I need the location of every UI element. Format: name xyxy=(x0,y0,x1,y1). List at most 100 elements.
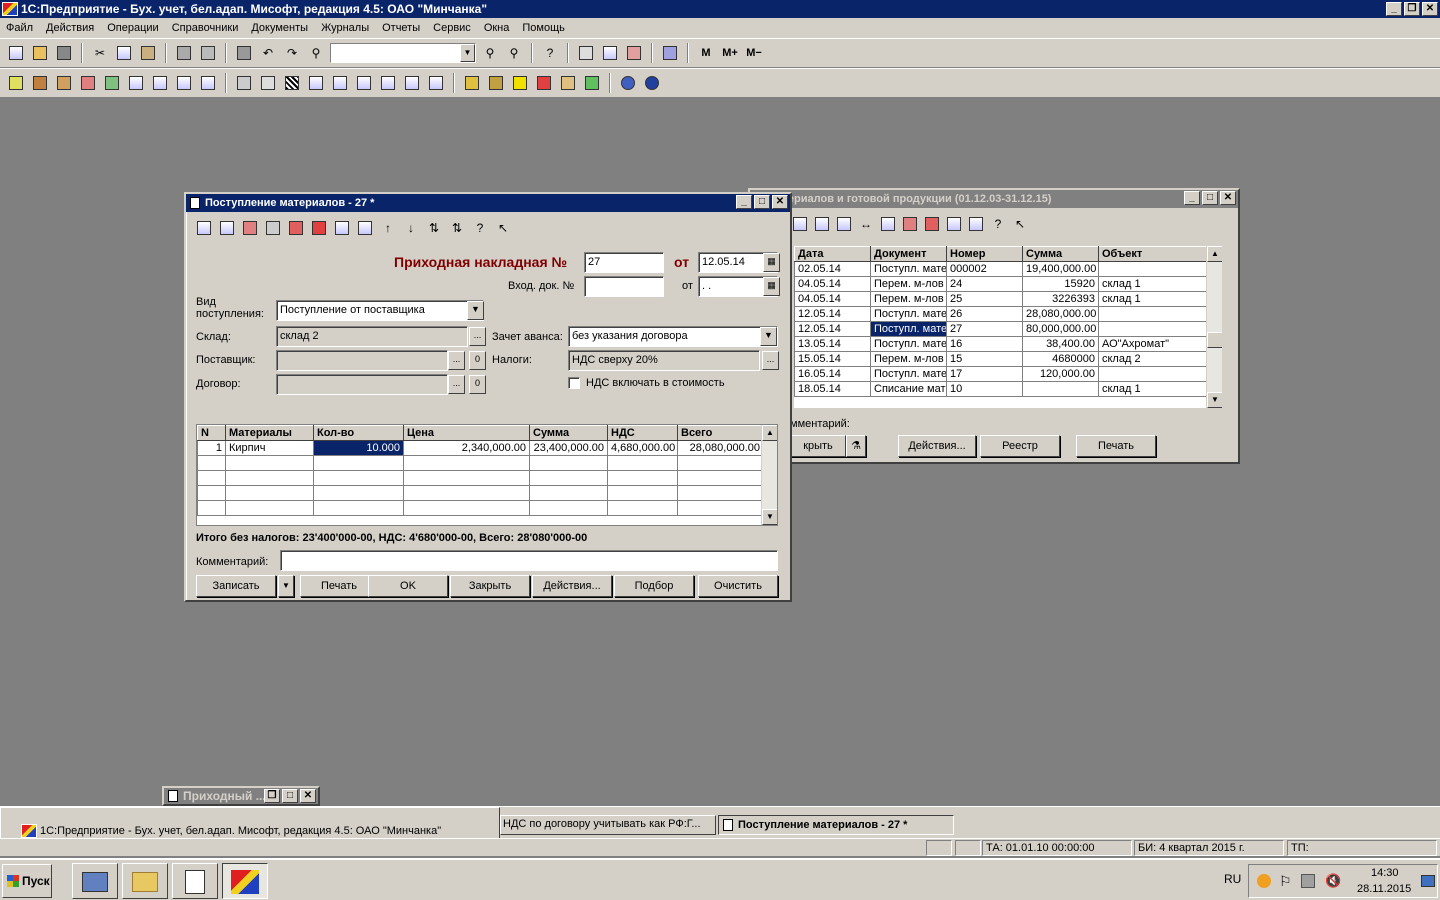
menu-reports[interactable]: Отчеты xyxy=(382,22,420,34)
scroll-down-icon[interactable]: ▼ xyxy=(1207,392,1222,408)
help-icon[interactable]: ? xyxy=(540,43,560,63)
row-object[interactable] xyxy=(1098,321,1215,337)
col-price[interactable]: Цена xyxy=(403,425,530,441)
comment-field[interactable] xyxy=(280,550,778,571)
move-up-icon[interactable]: ↑ xyxy=(378,218,398,238)
structure-icon[interactable] xyxy=(355,218,375,238)
row-document[interactable]: Перем. м-лов xyxy=(870,351,947,367)
table-row[interactable]: 16.05.14 Поступл. мате 17 120,000.00 xyxy=(794,366,1215,382)
book-icon[interactable] xyxy=(660,43,680,63)
row-number[interactable]: 25 xyxy=(946,291,1023,307)
find-icon[interactable]: ⚲ xyxy=(306,43,326,63)
clear-button[interactable]: Очистить xyxy=(698,575,778,597)
delete-icon[interactable] xyxy=(900,214,920,234)
report5-icon[interactable] xyxy=(402,73,422,93)
row-date[interactable]: 16.05.14 xyxy=(794,366,871,382)
row-object[interactable]: склад 1 xyxy=(1098,276,1215,292)
row-object[interactable]: склад 1 xyxy=(1098,291,1215,307)
row-document[interactable]: Списание мат xyxy=(870,381,947,397)
new-icon[interactable] xyxy=(6,43,26,63)
structure-icon[interactable] xyxy=(966,214,986,234)
journal-maximize-button[interactable]: □ xyxy=(1202,191,1218,205)
add-row-icon[interactable] xyxy=(194,218,214,238)
redo-icon[interactable]: ↷ xyxy=(282,43,302,63)
form-icon[interactable] xyxy=(234,43,254,63)
actions-button[interactable]: Действия... xyxy=(532,575,612,597)
unpost-icon[interactable] xyxy=(309,218,329,238)
scroll-thumb[interactable] xyxy=(1207,332,1222,348)
row-document[interactable]: Перем. м-лов xyxy=(870,276,947,292)
supplier-field[interactable] xyxy=(276,350,448,371)
table-row[interactable]: 12.05.14 Поступл. мате 26 28,080,000.00 xyxy=(794,306,1215,322)
language-indicator[interactable]: RU xyxy=(1224,872,1241,886)
close-button[interactable]: ✕ xyxy=(1422,2,1438,16)
doc-maximize-button[interactable]: □ xyxy=(754,195,770,209)
journal-tree-button[interactable]: ⚗ xyxy=(846,435,866,457)
bar-report-icon[interactable] xyxy=(426,73,446,93)
move-icon[interactable] xyxy=(332,218,352,238)
calendar-icon[interactable]: ▦ xyxy=(763,253,780,272)
journal-minimize-button[interactable]: _ xyxy=(1184,191,1200,205)
task-1c-icon[interactable] xyxy=(222,863,268,899)
menu-documents[interactable]: Документы xyxy=(251,22,308,34)
menu-operations[interactable]: Операции xyxy=(107,22,158,34)
row-date[interactable]: 04.05.14 xyxy=(794,291,871,307)
scroll-down-icon[interactable]: ▼ xyxy=(762,509,777,525)
col-number[interactable]: Номер xyxy=(946,246,1023,262)
warehouse-select-button[interactable]: ... xyxy=(469,327,486,346)
writeoff-icon[interactable] xyxy=(78,73,98,93)
range-icon[interactable]: ↔ xyxy=(856,214,876,234)
grid-icon[interactable] xyxy=(282,73,302,93)
chevron-down-icon[interactable]: ▼ xyxy=(467,301,484,320)
paste-icon[interactable] xyxy=(138,43,158,63)
journal-close-button[interactable]: ✕ xyxy=(1220,191,1236,205)
users-icon[interactable] xyxy=(486,73,506,93)
scroll-up-icon[interactable]: ▲ xyxy=(1207,246,1222,262)
row-sum[interactable]: 80,000,000.00 xyxy=(1022,321,1099,337)
table-row[interactable]: 18.05.14 Списание мат 10 склад 1 xyxy=(794,381,1215,397)
open-icon[interactable] xyxy=(30,43,50,63)
chart-icon[interactable] xyxy=(6,73,26,93)
row-number[interactable]: 000002 xyxy=(946,261,1023,277)
row-number[interactable]: 15 xyxy=(946,351,1023,367)
move-icon[interactable] xyxy=(944,214,964,234)
cash-in-icon[interactable] xyxy=(150,73,170,93)
row-number[interactable]: 17 xyxy=(946,366,1023,382)
journal-print-button[interactable]: Печать xyxy=(1076,435,1156,457)
row-number[interactable]: 16 xyxy=(946,336,1023,352)
warehouse-field[interactable]: склад 2 xyxy=(276,326,468,347)
row-date[interactable]: 02.05.14 xyxy=(794,261,871,277)
memory-plus-button[interactable]: M+ xyxy=(720,47,740,59)
supplier-clear-button[interactable]: 0 xyxy=(469,351,486,370)
supplier-select-button[interactable]: ... xyxy=(448,351,465,370)
col-material[interactable]: Материалы xyxy=(225,425,314,441)
table-row[interactable]: 02.05.14 Поступл. мате 000002 19,400,000.00 xyxy=(794,261,1215,277)
report2-icon[interactable] xyxy=(330,73,350,93)
row-sum[interactable]: 15920 xyxy=(1022,276,1099,292)
cut-icon[interactable]: ✂ xyxy=(90,43,110,63)
network-icon[interactable] xyxy=(1301,874,1315,888)
row-date[interactable]: 04.05.14 xyxy=(794,276,871,292)
taxes-field[interactable]: НДС сверху 20% xyxy=(568,350,760,371)
minimize-button[interactable]: _ xyxy=(1386,2,1402,16)
money-icon[interactable] xyxy=(558,73,578,93)
col-vat[interactable]: НДС xyxy=(607,425,678,441)
close-doc-button[interactable]: Закрыть xyxy=(450,575,530,597)
col-total[interactable]: Всего xyxy=(677,425,764,441)
row-sum[interactable]: 4680000 xyxy=(1022,351,1099,367)
doc-close-button[interactable]: ✕ xyxy=(772,195,788,209)
preview-icon[interactable] xyxy=(198,43,218,63)
table-row[interactable]: 04.05.14 Перем. м-лов 25 3226393 склад 1 xyxy=(794,291,1215,307)
find-next-icon[interactable]: ⚲ xyxy=(480,43,500,63)
clock-time[interactable]: 14:30 xyxy=(1371,867,1399,879)
task-computer-icon[interactable] xyxy=(72,863,118,899)
binoculars-icon[interactable] xyxy=(878,214,898,234)
restore-button[interactable]: ❐ xyxy=(1404,2,1420,16)
row-number[interactable]: 10 xyxy=(946,381,1023,397)
table-row[interactable]: 12.05.14 Поступл. мате 27 80,000,000.00 xyxy=(794,321,1215,337)
table-row[interactable]: 04.05.14 Перем. м-лов 24 15920 склад 1 xyxy=(794,276,1215,292)
goods-icon[interactable] xyxy=(54,73,74,93)
row-object[interactable] xyxy=(1098,306,1215,322)
row-object[interactable]: склад 1 xyxy=(1098,381,1215,397)
alert-icon[interactable] xyxy=(534,73,554,93)
